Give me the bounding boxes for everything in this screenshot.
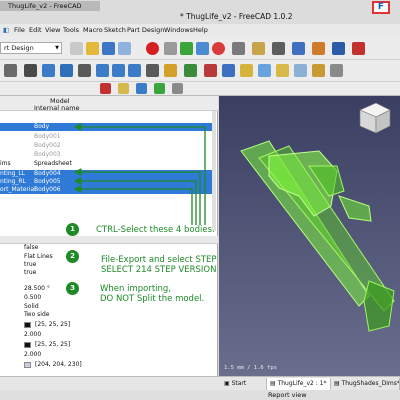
arrow-to-body	[73, 123, 206, 225]
document-icon: ▤	[270, 380, 278, 387]
arrow-to-body006	[73, 185, 193, 225]
start-icon: ▣	[224, 380, 232, 387]
step-1-badge: 1	[66, 223, 79, 236]
arrow-to-body004	[73, 168, 201, 225]
step-3-line2: DO NOT Split the model.	[100, 294, 205, 304]
status-bar: Report view	[0, 390, 400, 400]
document-icon: ▤	[334, 380, 342, 387]
step-3-badge: 3	[66, 282, 79, 295]
annotation-arrows	[73, 123, 206, 225]
tab-thuglife[interactable]: ▤ ThugLife_v2 : 1*	[267, 378, 331, 390]
arrow-to-body005	[73, 177, 197, 225]
step-3-line1: When importing,	[100, 284, 172, 294]
tab-start[interactable]: ▣ Start	[221, 378, 267, 390]
step-2-line1: File-Export and select STEP	[101, 255, 217, 265]
tab-thugshades[interactable]: ▤ ThugShades_Dims*	[331, 378, 400, 390]
step-2-line2: SELECT 214 STEP VERSION	[101, 265, 217, 275]
document-tabs: ▣ Start ▤ ThugLife_v2 : 1* ▤ ThugShades_…	[219, 376, 400, 390]
report-view-label[interactable]: Report view	[268, 390, 307, 400]
step-2-badge: 2	[66, 250, 79, 263]
panel-tabs-bar	[0, 376, 219, 390]
step-1-text: CTRL-Select these 4 bodies.	[96, 225, 215, 235]
